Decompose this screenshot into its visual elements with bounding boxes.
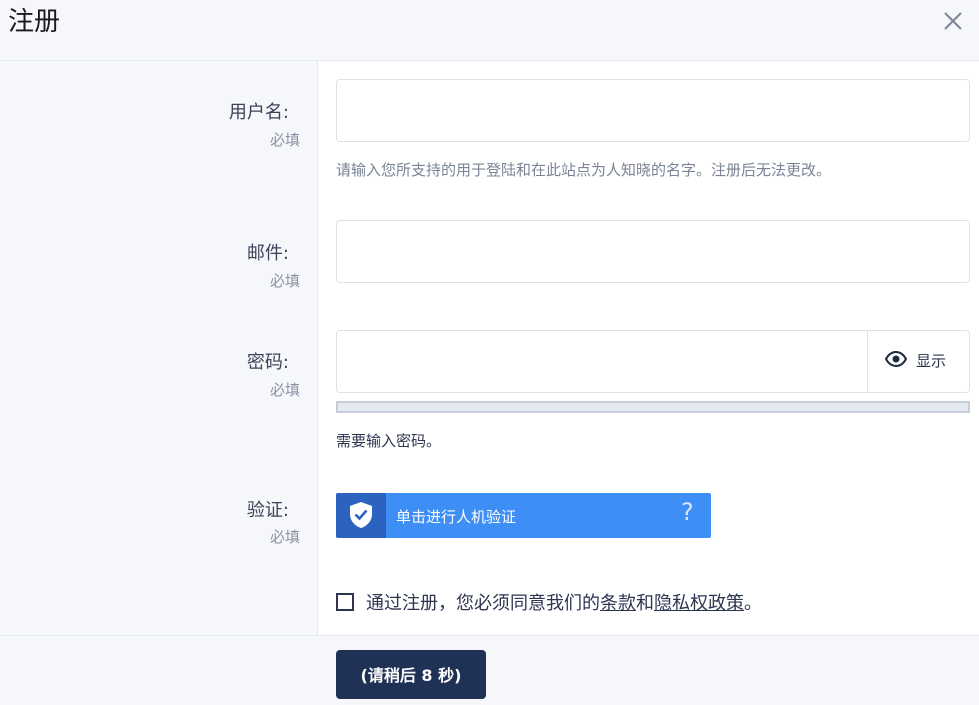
email-input[interactable]: [336, 220, 970, 283]
terms-prefix: 通过注册，您必须同意我们的: [366, 593, 600, 614]
username-required: 必填: [269, 131, 300, 149]
verify-label: 验证:: [246, 500, 289, 521]
password-required: 必填: [269, 381, 300, 399]
terms-and: 和: [636, 593, 654, 614]
username-label: 用户名:: [228, 102, 289, 123]
password-strength-bar: [336, 401, 970, 413]
password-field[interactable]: 显示: [336, 330, 970, 393]
terms-link[interactable]: 条款: [600, 593, 636, 614]
verify-required: 必填: [269, 528, 300, 546]
username-input[interactable]: [336, 79, 970, 142]
terms-checkbox[interactable]: [336, 593, 354, 611]
password-status: 需要输入密码。: [336, 432, 442, 450]
eye-icon: [885, 351, 907, 367]
captcha-button[interactable]: 单击进行人机验证 ?: [336, 493, 711, 538]
terms-suffix: 。: [744, 593, 762, 614]
submit-button[interactable]: (请稍后 8 秒): [336, 650, 486, 699]
shield-check-icon: [336, 493, 386, 538]
captcha-label: 单击进行人机验证: [396, 508, 517, 526]
close-icon[interactable]: [938, 6, 968, 36]
show-password-button[interactable]: 显示: [867, 331, 969, 392]
dialog-footer: [0, 635, 979, 705]
email-required: 必填: [269, 272, 300, 290]
privacy-link[interactable]: 隐私权政策: [654, 593, 744, 614]
dialog-title: 注册: [8, 7, 61, 37]
password-label: 密码:: [246, 352, 289, 373]
dialog-header: 注册: [0, 0, 979, 61]
help-icon[interactable]: ?: [681, 498, 694, 526]
username-hint: 请输入您所支持的用于登陆和在此站点为人知晓的名字。注册后无法更改。: [336, 161, 832, 179]
terms-row: 通过注册，您必须同意我们的条款和隐私权政策。: [336, 589, 762, 615]
email-label: 邮件:: [246, 243, 289, 264]
show-password-label: 显示: [916, 352, 947, 370]
